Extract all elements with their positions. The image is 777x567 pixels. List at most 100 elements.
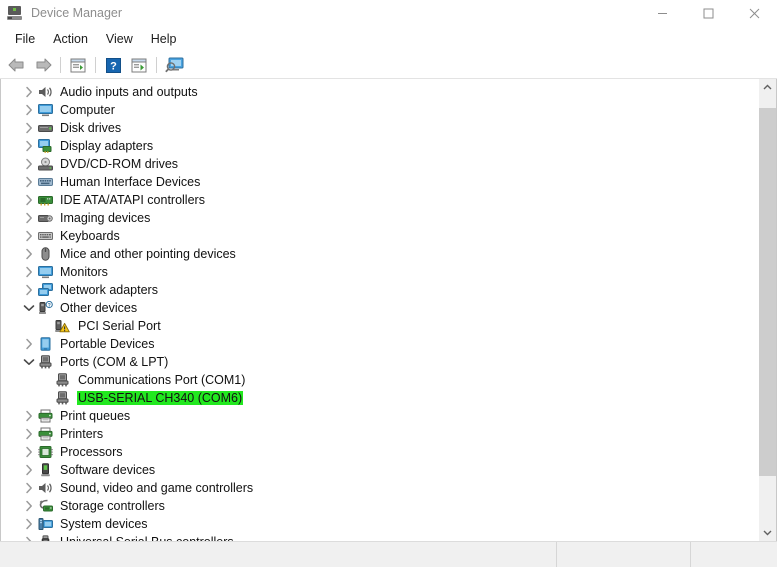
tree-item-label: USB-SERIAL CH340 (COM6) [77,391,244,405]
tree-item[interactable]: Network adapters [1,281,758,299]
scrollbar-track[interactable] [759,96,776,524]
scrollbar-up-button[interactable] [759,79,776,96]
chevron-right-icon[interactable] [21,227,37,245]
tree-item-label: Printers [60,427,104,441]
scrollbar-thumb[interactable] [759,108,776,476]
tree-item-label: Sound, video and game controllers [60,481,254,495]
title-bar: Device Manager [0,0,777,26]
scrollbar-down-button[interactable] [759,524,776,541]
device-tree[interactable]: Audio inputs and outputs Computer Disk dri… [1,79,758,541]
tree-item-label: Imaging devices [60,211,151,225]
tree-item[interactable]: Storage controllers [1,497,758,515]
tree-item[interactable]: USB-SERIAL CH340 (COM6) [1,389,758,407]
tree-item[interactable]: Print queues [1,407,758,425]
display-adapter-icon [37,137,54,155]
svg-text:?: ? [110,60,117,72]
maximize-button[interactable] [685,0,731,26]
separator-3 [156,57,157,73]
tree-item[interactable]: Imaging devices [1,209,758,227]
vertical-scrollbar[interactable] [758,79,776,541]
menu-item-action[interactable]: Action [44,29,97,49]
chevron-right-icon[interactable] [21,443,37,461]
tree-item-label: Processors [60,445,123,459]
chevron-right-icon[interactable] [21,119,37,137]
chevron-right-icon[interactable] [21,533,37,541]
tree-item[interactable]: Printers [1,425,758,443]
tree-item[interactable]: System devices [1,515,758,533]
menu-item-file[interactable]: File [6,29,44,49]
close-button[interactable] [731,0,777,26]
scan-hardware-changes-button[interactable] [161,54,187,76]
monitor-icon [37,263,54,281]
storage-controller-icon [37,497,54,515]
chevron-right-icon[interactable] [21,335,37,353]
tree-item[interactable]: Computer [1,101,758,119]
tree-item-label: Software devices [60,463,156,477]
menu-item-help[interactable]: Help [142,29,186,49]
tree-item[interactable]: Portable Devices [1,335,758,353]
tree-item[interactable]: Monitors [1,263,758,281]
tree-item[interactable]: PCI Serial Port [1,317,758,335]
ide-controller-icon [37,191,54,209]
chevron-down-icon[interactable] [21,299,37,317]
printer-icon [37,425,54,443]
forward-button[interactable] [30,54,56,76]
window-controls [639,0,777,26]
menu-item-view[interactable]: View [97,29,142,49]
tree-item-label: Communications Port (COM1) [78,373,246,387]
chevron-right-icon[interactable] [21,515,37,533]
minimize-button[interactable] [639,0,685,26]
tree-item[interactable]: Human Interface Devices [1,173,758,191]
software-device-icon [37,461,54,479]
properties-button[interactable] [65,54,91,76]
tree-item[interactable]: Keyboards [1,227,758,245]
chevron-right-icon[interactable] [21,83,37,101]
tree-item-label: Human Interface Devices [60,175,201,189]
tree-item[interactable]: Processors [1,443,758,461]
warning-device-icon [54,317,71,335]
tree-item-label: Computer [60,103,115,117]
chevron-right-icon[interactable] [21,173,37,191]
status-pane-3 [691,542,777,567]
tree-item[interactable]: Sound, video and game controllers [1,479,758,497]
svg-text:?: ? [48,303,51,309]
chevron-right-icon[interactable] [21,479,37,497]
chevron-right-icon[interactable] [21,137,37,155]
tree-item-label: Keyboards [60,229,120,243]
chevron-right-icon[interactable] [21,155,37,173]
tree-item[interactable]: DVD/CD-ROM drives [1,155,758,173]
chevron-right-icon[interactable] [21,281,37,299]
tree-item[interactable]: Display adapters [1,137,758,155]
tree-item[interactable]: IDE ATA/ATAPI controllers [1,191,758,209]
update-driver-button[interactable] [126,54,152,76]
port-icon [37,353,54,371]
tree-item[interactable]: Communications Port (COM1) [1,371,758,389]
tree-item[interactable]: Ports (COM & LPT) [1,353,758,371]
tree-item-label: Other devices [60,301,138,315]
tree-item[interactable]: Audio inputs and outputs [1,83,758,101]
chevron-right-icon[interactable] [21,425,37,443]
tree-item-label: Audio inputs and outputs [60,85,198,99]
tree-item[interactable]: Disk drives [1,119,758,137]
mouse-icon [37,245,54,263]
chevron-right-icon[interactable] [21,191,37,209]
tree-item[interactable]: Mice and other pointing devices [1,245,758,263]
chevron-right-icon[interactable] [21,497,37,515]
back-button[interactable] [4,54,30,76]
chevron-right-icon[interactable] [21,407,37,425]
tree-item[interactable]: ? Other devices [1,299,758,317]
tree-item-label: IDE ATA/ATAPI controllers [60,193,205,207]
menu-bar: File Action View Help [0,26,777,52]
tree-item-label: Portable Devices [60,337,155,351]
chevron-down-icon[interactable] [21,353,37,371]
tree-item[interactable]: Universal Serial Bus controllers [1,533,758,541]
usb-icon [37,533,54,541]
chevron-right-icon[interactable] [21,245,37,263]
tree-item[interactable]: Software devices [1,461,758,479]
chevron-right-icon[interactable] [21,461,37,479]
chevron-right-icon[interactable] [21,209,37,227]
tree-item-label: Storage controllers [60,499,165,513]
help-button[interactable]: ? [100,54,126,76]
chevron-right-icon[interactable] [21,101,37,119]
chevron-right-icon[interactable] [21,263,37,281]
